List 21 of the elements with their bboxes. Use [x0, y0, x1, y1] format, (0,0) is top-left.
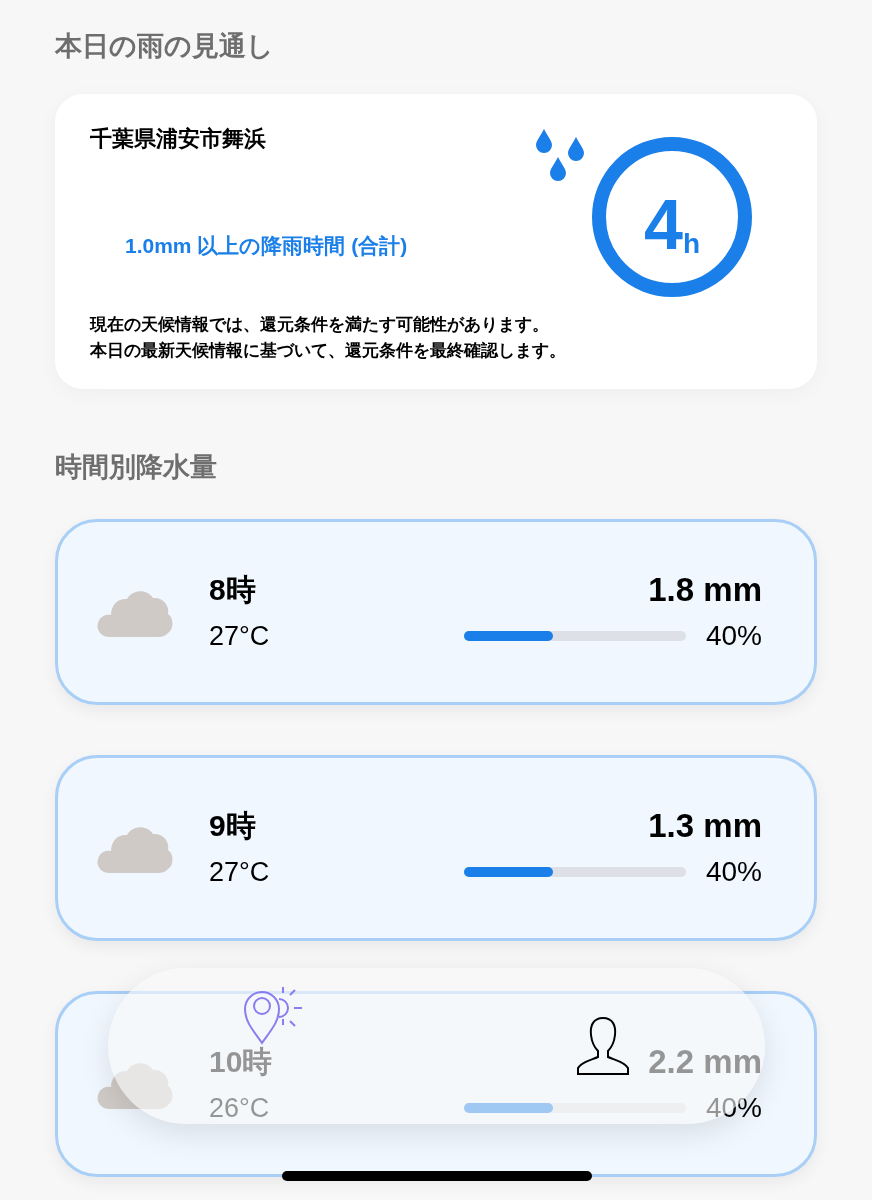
note-text: 現在の天候情報では、還元条件を満たす可能性があります。	[90, 314, 550, 336]
precipitation-amount: 1.3 mm	[648, 807, 762, 845]
rain-duration-label: 1.0mm 以上の降雨時間 (合計)	[125, 233, 408, 260]
person-icon[interactable]	[574, 1016, 631, 1076]
rain-hours-value: 4	[643, 187, 683, 263]
rain-hours-unit: h	[682, 228, 700, 261]
section-heading: 本日の雨の見通し	[55, 30, 275, 63]
precipitation-amount: 2.2 mm	[648, 1043, 762, 1081]
note-text: 本日の最新天候情報に基づいて、還元条件を最終確認します。	[90, 340, 566, 362]
temperature: 27°C	[209, 620, 270, 653]
precipitation-amount: 1.8 mm	[648, 571, 762, 609]
hour-label: 10時	[209, 1044, 273, 1080]
hour-label: 9時	[209, 808, 257, 844]
temperature: 27°C	[209, 856, 270, 889]
section-heading: 時間別降水量	[55, 451, 218, 484]
probability-percent: 40%	[705, 1091, 762, 1125]
probability-percent: 40%	[705, 619, 762, 653]
hour-label: 8時	[209, 572, 257, 608]
probability-percent: 40%	[705, 855, 762, 889]
temperature: 26°C	[209, 1092, 271, 1125]
location-name: 千葉県浦安市舞浜	[90, 125, 267, 153]
